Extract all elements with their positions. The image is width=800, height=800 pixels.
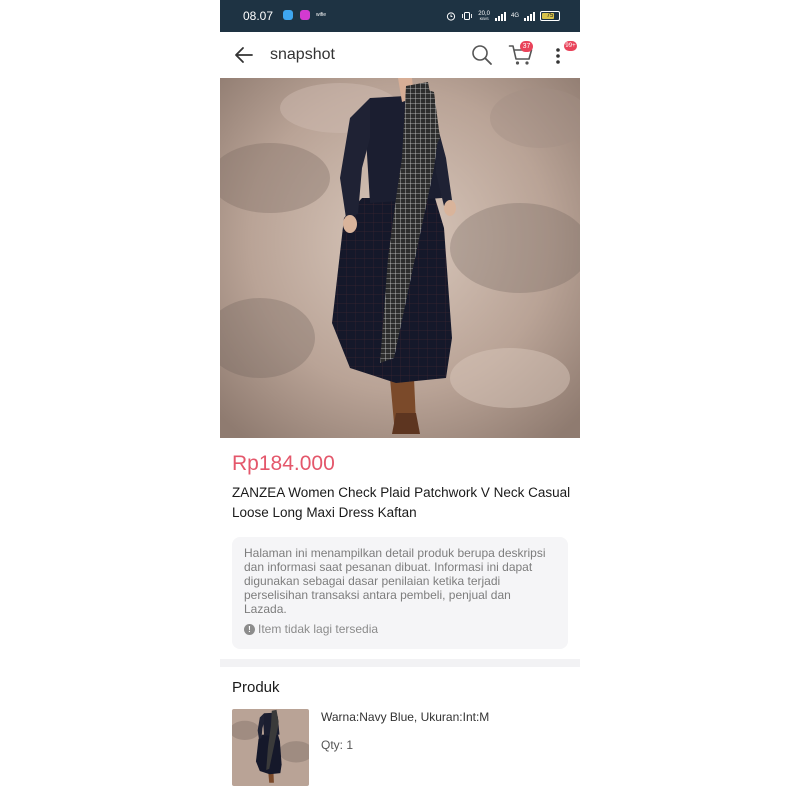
search-icon[interactable] [470, 43, 494, 67]
product-price: Rp184.000 [232, 452, 335, 475]
snapshot-notice: Halaman ini menampilkan detail produk be… [232, 537, 568, 649]
app-notification-icon [300, 10, 310, 20]
product-image[interactable] [220, 78, 580, 438]
app-notification-icon [283, 10, 293, 20]
network-speed: 20,0 KB/S [478, 11, 490, 21]
page-title: snapshot [270, 46, 335, 63]
app-header: snapshot 37 99+ [220, 32, 580, 78]
cart-count-badge: 37 [520, 41, 533, 52]
network-type: 4G [510, 13, 519, 19]
phone-screen: 08.07 wifie 20,0 KB/S 4G 75 snapshot 37 … [220, 0, 580, 800]
info-icon: ! [244, 623, 255, 635]
status-time: 08.07 [243, 9, 274, 23]
battery-level: 75 [546, 13, 554, 19]
battery-icon: 75 [540, 11, 560, 21]
product-variant: Warna:Navy Blue, Ukuran:Int:M [321, 710, 490, 724]
products-section-title: Produk [232, 679, 280, 696]
arrow-left-icon[interactable] [232, 43, 256, 67]
vibrate-icon [462, 12, 473, 20]
section-divider [220, 659, 580, 667]
status-indicators: 20,0 KB/S 4G 75 [446, 8, 560, 24]
product-quantity: Qty: 1 [321, 738, 354, 752]
availability-text: Item tidak lagi tersedia [258, 622, 379, 636]
notice-text: Halaman ini menampilkan detail produk be… [244, 546, 546, 616]
product-title: ZANZEA Women Check Plaid Patchwork V Nec… [232, 485, 571, 520]
status-bar: 08.07 wifie 20,0 KB/S 4G 75 [220, 0, 580, 32]
availability-status: ! Item tidak lagi tersedia [244, 622, 556, 636]
wifi-name: wifie [316, 12, 327, 18]
more-vertical-icon[interactable] [552, 44, 564, 68]
speed-unit: KB/S [479, 16, 489, 21]
alarm-icon [447, 12, 456, 21]
cell-signal-icon [524, 11, 535, 21]
product-thumbnail[interactable] [232, 709, 309, 786]
notification-count-badge: 99+ [564, 41, 577, 51]
wifi-signal-icon [494, 11, 506, 21]
